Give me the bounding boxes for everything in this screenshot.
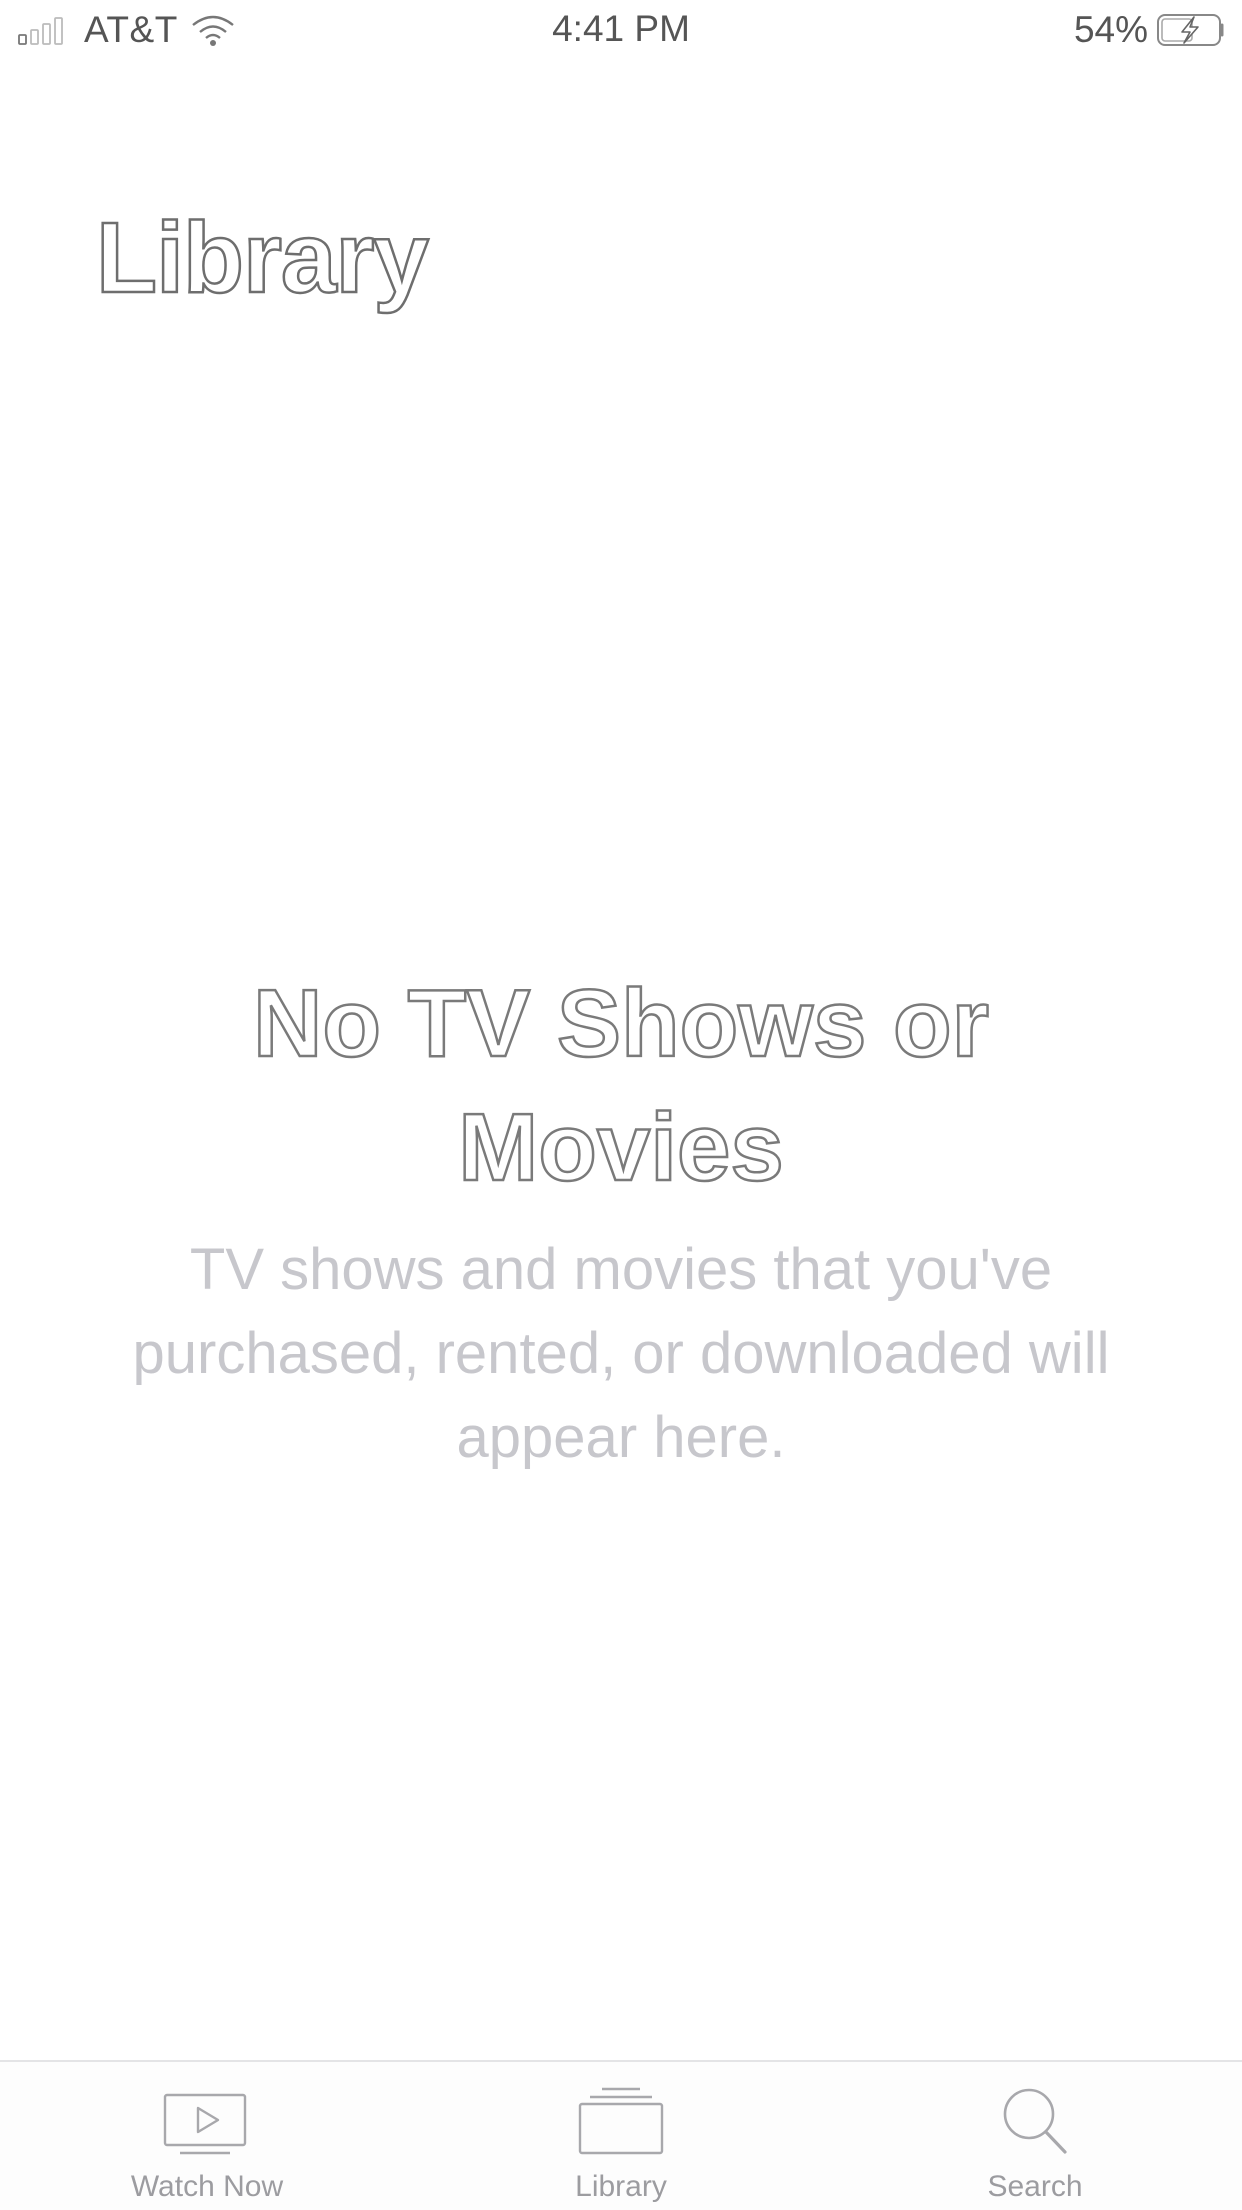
empty-state: No TV Shows or Movies TV shows and movie…: [100, 962, 1142, 1480]
page-title: Library: [95, 202, 431, 314]
empty-state-heading: No TV Shows or Movies: [252, 969, 991, 1203]
tab-watch-now[interactable]: Watch Now: [0, 2062, 414, 2210]
tab-search[interactable]: Search: [828, 2062, 1242, 2210]
search-icon: [995, 2084, 1075, 2156]
status-time: 4:41 PM: [552, 8, 690, 49]
tab-label: Library: [575, 2170, 667, 2203]
status-right: 54%: [1074, 8, 1228, 52]
tab-label: Watch Now: [130, 2170, 284, 2203]
empty-state-message: TV shows and movies that you've purchase…: [132, 1237, 1110, 1470]
play-screen-icon: [162, 2084, 252, 2156]
status-bar: AT&T 4:41 PM 54%: [0, 0, 1242, 60]
tab-bar: Watch Now Library Search: [0, 2060, 1242, 2210]
battery-percent: 54%: [1073, 9, 1148, 50]
tab-label: Search: [987, 2170, 1083, 2203]
tab-library[interactable]: Library: [414, 2062, 828, 2210]
stacked-library-icon: [576, 2084, 666, 2156]
battery-charging-icon: [1156, 12, 1228, 48]
